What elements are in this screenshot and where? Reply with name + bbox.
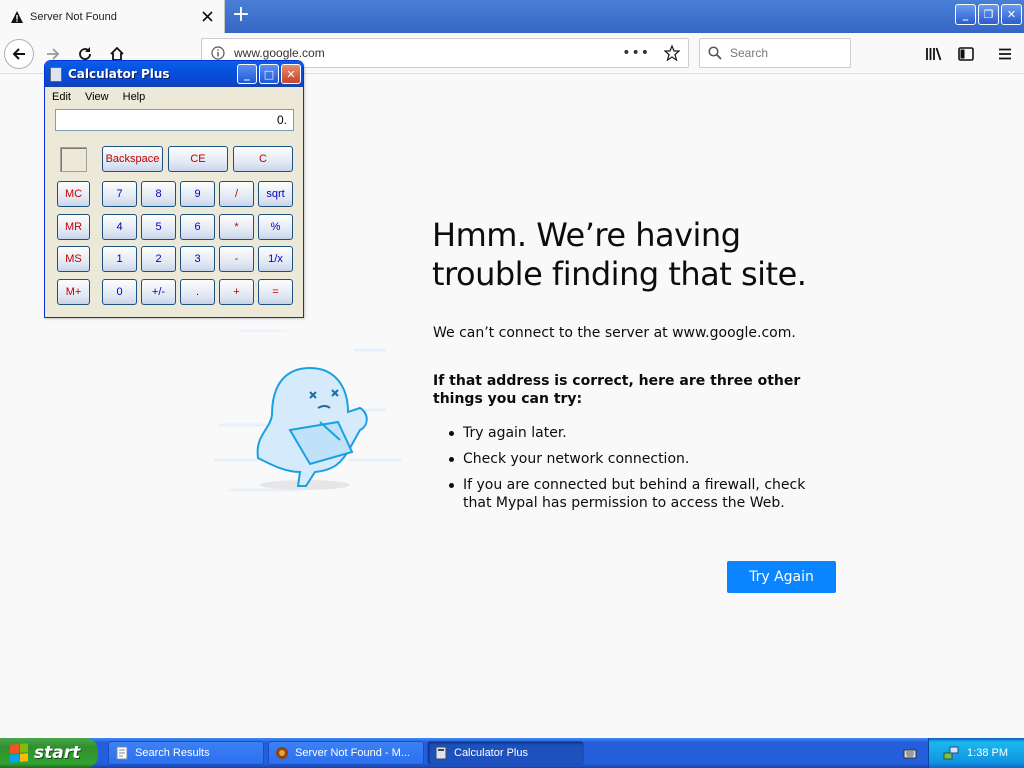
- calculator-titlebar[interactable]: Calculator Plus _ □ ✕: [45, 61, 303, 87]
- sidebar-toggle-button[interactable]: [951, 39, 981, 69]
- digit-8-button[interactable]: 8: [141, 181, 176, 207]
- task-label: Calculator Plus: [454, 747, 528, 759]
- menu-button[interactable]: [990, 39, 1020, 69]
- suggestion-item: If you are connected but behind a firewa…: [445, 476, 835, 512]
- window-close-button[interactable]: ✕: [1001, 4, 1022, 25]
- bookmark-star-icon[interactable]: [664, 45, 680, 61]
- start-label: start: [34, 743, 81, 763]
- keyboard-icon[interactable]: [903, 746, 917, 760]
- menu-help[interactable]: Help: [123, 91, 146, 103]
- suggestion-item: Check your network connection.: [445, 450, 835, 468]
- sidebar-icon: [958, 47, 974, 61]
- percent-button[interactable]: %: [258, 214, 293, 240]
- memory-indicator: [60, 147, 87, 172]
- menu-view[interactable]: View: [85, 91, 109, 103]
- back-button[interactable]: [4, 39, 34, 69]
- tab-title: Server Not Found: [30, 10, 117, 23]
- equals-button[interactable]: =: [258, 279, 293, 305]
- calculator-minimize-button[interactable]: _: [237, 64, 257, 84]
- calculator-maximize-button[interactable]: □: [259, 64, 279, 84]
- taskbar-item-search-results[interactable]: Search Results: [108, 741, 264, 765]
- digit-5-button[interactable]: 5: [141, 214, 176, 240]
- digit-4-button[interactable]: 4: [102, 214, 137, 240]
- library-icon: [926, 47, 942, 61]
- suggestion-list: Try again later. Check your network conn…: [445, 424, 835, 520]
- page-actions-icon[interactable]: •••: [622, 45, 650, 61]
- mc-button[interactable]: MC: [57, 181, 90, 207]
- hamburger-menu-icon: [999, 48, 1011, 60]
- taskbar-item-calculator[interactable]: Calculator Plus: [427, 741, 584, 765]
- start-button[interactable]: start: [0, 738, 98, 768]
- digit-0-button[interactable]: 0: [102, 279, 137, 305]
- error-description: We can’t connect to the server at www.go…: [433, 325, 796, 341]
- m-plus-button[interactable]: M+: [57, 279, 90, 305]
- new-tab-button[interactable]: +: [229, 4, 253, 28]
- warning-icon: [11, 10, 23, 23]
- search-bar[interactable]: Search: [699, 38, 851, 68]
- search-placeholder: Search: [730, 46, 769, 60]
- info-icon[interactable]: [211, 46, 225, 60]
- try-again-button[interactable]: Try Again: [727, 561, 836, 593]
- calculator-display: 0.: [55, 109, 294, 131]
- search-icon: [708, 46, 722, 60]
- error-subtitle: If that address is correct, here are thr…: [433, 373, 801, 407]
- reciprocal-button[interactable]: 1/x: [258, 246, 293, 272]
- backspace-button[interactable]: Backspace: [102, 146, 163, 172]
- digit-2-button[interactable]: 2: [141, 246, 176, 272]
- windows-logo-icon: [10, 743, 28, 763]
- digit-9-button[interactable]: 9: [180, 181, 215, 207]
- c-button[interactable]: C: [233, 146, 293, 172]
- url-text[interactable]: www.google.com: [234, 46, 622, 60]
- tab-close-icon[interactable]: [196, 6, 218, 28]
- sign-button[interactable]: +/-: [141, 279, 176, 305]
- browser-icon: [276, 747, 288, 759]
- sqrt-button[interactable]: sqrt: [258, 181, 293, 207]
- calculator-close-button[interactable]: ✕: [281, 64, 301, 84]
- calculator-app-icon: [50, 66, 62, 82]
- mr-button[interactable]: MR: [57, 214, 90, 240]
- multiply-button[interactable]: *: [219, 214, 254, 240]
- back-arrow-icon: [12, 48, 25, 60]
- digit-7-button[interactable]: 7: [102, 181, 137, 207]
- menu-edit[interactable]: Edit: [52, 91, 71, 103]
- task-label: Server Not Found - M...: [295, 747, 410, 759]
- decimal-button[interactable]: .: [180, 279, 215, 305]
- add-button[interactable]: +: [219, 279, 254, 305]
- calculator-menu-bar: Edit View Help: [45, 87, 303, 107]
- calculator-window: Calculator Plus _ □ ✕ Edit View Help 0. …: [44, 60, 304, 318]
- calculator-icon: [435, 746, 447, 760]
- taskbar-item-browser[interactable]: Server Not Found - M...: [268, 741, 424, 765]
- clock[interactable]: 1:38 PM: [967, 747, 1008, 759]
- tab-server-not-found[interactable]: Server Not Found: [0, 0, 225, 33]
- tab-bar: Server Not Found + _ ❐ ✕: [0, 0, 1024, 33]
- divide-button[interactable]: /: [219, 181, 254, 207]
- suggestion-item: Try again later.: [445, 424, 835, 442]
- network-icon[interactable]: [943, 745, 959, 761]
- dinosaur-illustration: [213, 330, 402, 492]
- ms-button[interactable]: MS: [57, 246, 90, 272]
- document-icon: [116, 746, 128, 760]
- window-restore-button[interactable]: ❐: [978, 4, 999, 25]
- digit-6-button[interactable]: 6: [180, 214, 215, 240]
- calculator-title: Calculator Plus: [68, 67, 170, 81]
- subtract-button[interactable]: -: [219, 246, 254, 272]
- system-tray: 1:38 PM: [928, 738, 1024, 768]
- taskbar: start Search Results Server Not Found - …: [0, 738, 1024, 768]
- digit-3-button[interactable]: 3: [180, 246, 215, 272]
- digit-1-button[interactable]: 1: [102, 246, 137, 272]
- ce-button[interactable]: CE: [168, 146, 228, 172]
- error-title: Hmm. We’re having trouble finding that s…: [432, 216, 807, 293]
- task-label: Search Results: [135, 747, 210, 759]
- window-minimize-button[interactable]: _: [955, 4, 976, 25]
- library-button[interactable]: [919, 39, 949, 69]
